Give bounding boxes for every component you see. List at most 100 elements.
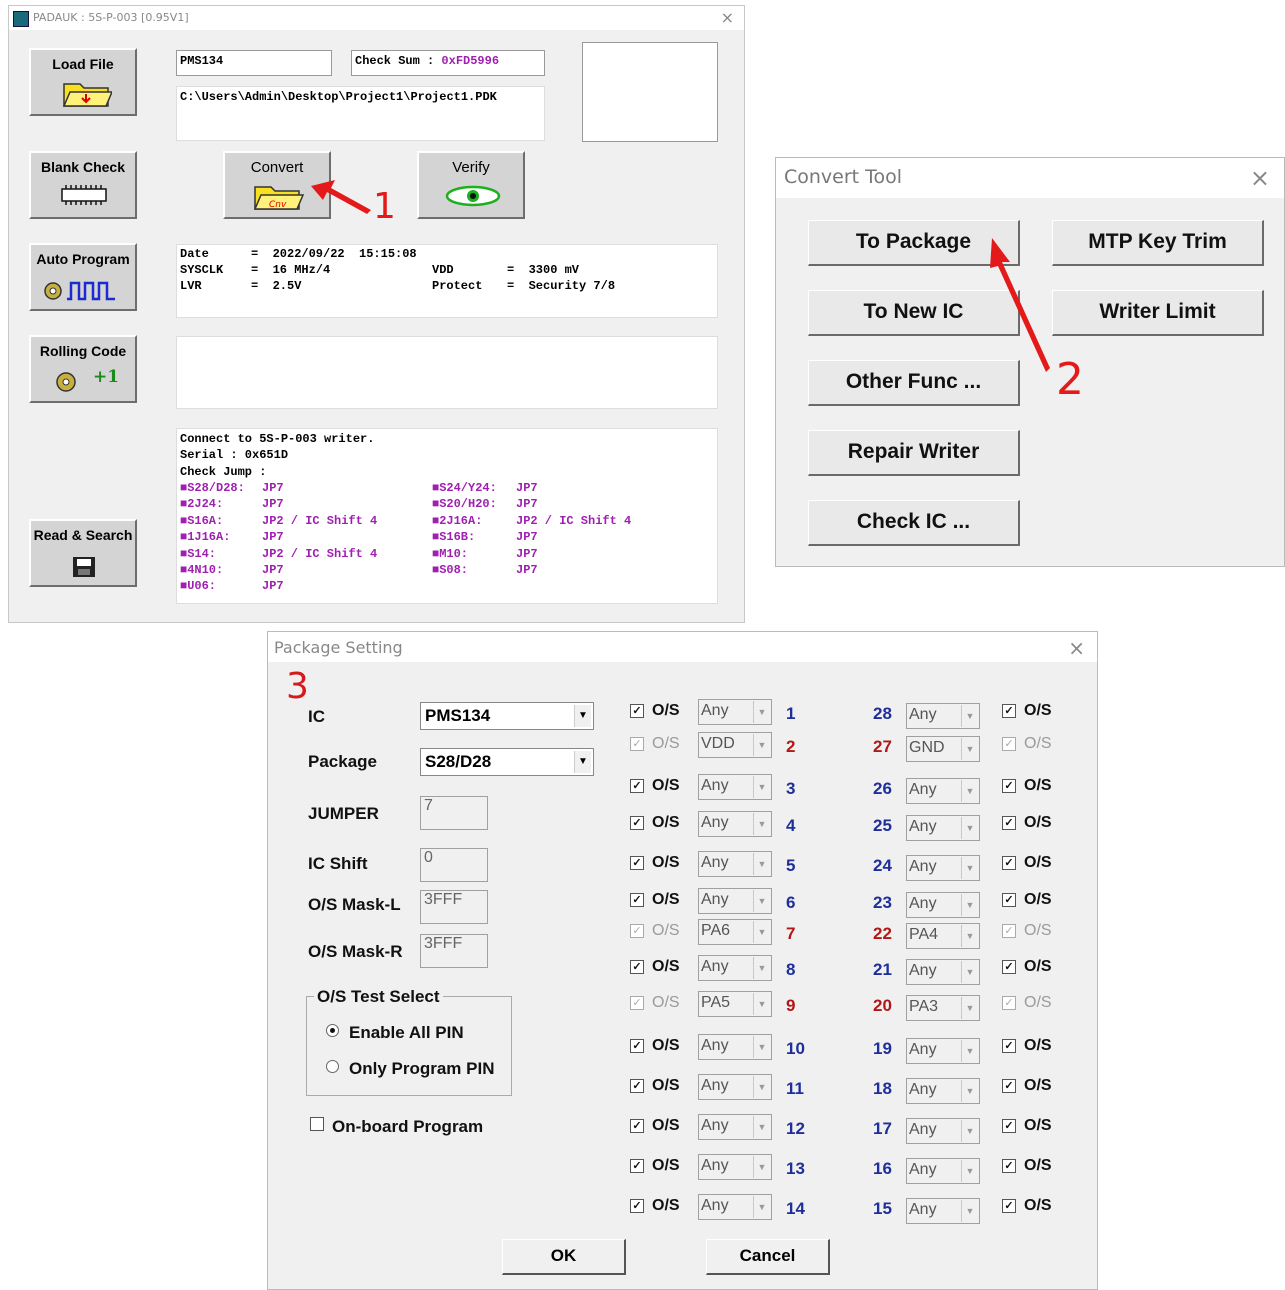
close-icon[interactable]: ×: [1250, 164, 1270, 192]
os-checkbox[interactable]: ✓ O/S: [630, 1197, 680, 1215]
pin-number: 22: [873, 924, 892, 943]
writer-titlebar: PADAUK : 5S-P-003 [0.95V1] ×: [9, 6, 744, 30]
pin-number: 20: [873, 996, 892, 1015]
os-checkbox[interactable]: ✓ O/S: [1002, 814, 1052, 832]
pin-function-select: PA4 ▼: [906, 923, 980, 949]
blank-check-button[interactable]: Blank Check: [29, 151, 137, 219]
os-checkbox[interactable]: ✓ O/S: [1002, 1077, 1052, 1095]
mtp-key-trim-button[interactable]: MTP Key Trim: [1052, 220, 1264, 266]
pin-function-value: Any: [909, 706, 937, 723]
pin-function-select[interactable]: Any ▼: [698, 851, 772, 877]
chevron-down-icon: ▼: [961, 1040, 978, 1062]
os-mask-r-label: O/S Mask-R: [308, 942, 403, 961]
pin-function-select[interactable]: Any ▼: [906, 1198, 980, 1224]
app-icon: [13, 11, 29, 27]
pin-number: 10: [786, 1039, 805, 1058]
load-file-label: Load File: [52, 56, 114, 72]
auto-program-button[interactable]: Auto Program: [29, 243, 137, 311]
chevron-down-icon: ▼: [961, 817, 978, 839]
os-checkbox[interactable]: ✓ O/S: [1002, 1037, 1052, 1055]
close-icon[interactable]: ×: [721, 8, 734, 27]
vdd-val: = 3300 mV: [507, 263, 580, 277]
radio-enable-all-label: Enable All PIN: [349, 1023, 464, 1042]
pin-function-select[interactable]: Any ▼: [698, 699, 772, 725]
os-checkbox[interactable]: ✓ O/S: [630, 777, 680, 795]
pin-function-select[interactable]: Any ▼: [906, 778, 980, 804]
pin-function-select[interactable]: Any ▼: [906, 1118, 980, 1144]
chevron-down-icon: ▼: [961, 1160, 978, 1182]
pin-function-select[interactable]: Any ▼: [698, 774, 772, 800]
convert-tool-window: Convert Tool × To Package MTP Key Trim T…: [775, 157, 1285, 567]
ok-button[interactable]: OK: [502, 1239, 626, 1275]
pin-function-select[interactable]: Any ▼: [698, 955, 772, 981]
package-select[interactable]: S28/D28 ▼: [420, 748, 594, 776]
pin-number: 3: [786, 779, 796, 798]
pin-function-select[interactable]: Any ▼: [906, 703, 980, 729]
pin-function-select[interactable]: Any ▼: [698, 1114, 772, 1140]
os-checkbox[interactable]: ✓ O/S: [1002, 1197, 1052, 1215]
pin-function-select[interactable]: Any ▼: [698, 1074, 772, 1100]
chevron-down-icon: ▼: [753, 890, 770, 912]
read-search-button[interactable]: Read & Search: [29, 519, 137, 587]
jump-value: JP7: [516, 481, 538, 495]
load-file-button[interactable]: Load File: [29, 48, 137, 116]
os-checkbox-label: O/S: [1024, 1197, 1052, 1214]
pin-function-select[interactable]: Any ▼: [698, 811, 772, 837]
checksum-value: 0xFD5996: [441, 54, 500, 68]
cancel-button[interactable]: Cancel: [706, 1239, 830, 1275]
pin-function-value: VDD: [701, 735, 735, 752]
chevron-down-icon: ▼: [753, 813, 770, 835]
os-checkbox[interactable]: ✓ O/S: [1002, 1157, 1052, 1175]
os-checkbox-label: O/S: [1024, 922, 1052, 939]
writer-limit-button[interactable]: Writer Limit: [1052, 290, 1264, 336]
os-checkbox[interactable]: ✓ O/S: [630, 1037, 680, 1055]
os-checkbox[interactable]: ✓ O/S: [630, 854, 680, 872]
log-line: Connect to 5S-P-003 writer.: [180, 432, 375, 446]
radio-enable-all[interactable]: Enable All PIN: [326, 1023, 464, 1043]
radio-only-program[interactable]: Only Program PIN: [326, 1059, 494, 1079]
os-checkbox[interactable]: ✓ O/S: [1002, 854, 1052, 872]
jump-package: ■M10:: [432, 546, 469, 561]
repair-writer-button[interactable]: Repair Writer: [808, 430, 1020, 476]
os-checkbox[interactable]: ✓ O/S: [1002, 891, 1052, 909]
chevron-down-icon: ▼: [753, 1076, 770, 1098]
chevron-down-icon: ▼: [961, 894, 978, 916]
pin-function-select[interactable]: Any ▼: [698, 888, 772, 914]
onboard-program-checkbox[interactable]: On-board Program: [310, 1117, 483, 1137]
chevron-down-icon: ▼: [753, 776, 770, 798]
os-checkbox[interactable]: ✓ O/S: [630, 1117, 680, 1135]
ic-select[interactable]: PMS134 ▼: [420, 702, 594, 730]
ic-name-field: PMS134: [176, 50, 332, 76]
step3-number: 3: [286, 666, 309, 707]
check-ic-button[interactable]: Check IC ...: [808, 500, 1020, 546]
pin-function-select[interactable]: Any ▼: [906, 959, 980, 985]
pin-function-select[interactable]: Any ▼: [906, 1038, 980, 1064]
pin-function-select[interactable]: Any ▼: [906, 855, 980, 881]
pin-function-select[interactable]: Any ▼: [906, 1078, 980, 1104]
os-checkbox[interactable]: ✓ O/S: [1002, 702, 1052, 720]
chevron-down-icon: ▼: [574, 705, 591, 727]
checkbox-checked-icon: ✓: [630, 893, 644, 907]
pin-function-select[interactable]: Any ▼: [906, 1158, 980, 1184]
os-checkbox[interactable]: ✓ O/S: [630, 1157, 680, 1175]
os-checkbox[interactable]: ✓ O/S: [630, 958, 680, 976]
close-icon[interactable]: ×: [1068, 636, 1085, 660]
os-checkbox-label: O/S: [1024, 1157, 1052, 1174]
os-checkbox[interactable]: ✓ O/S: [630, 814, 680, 832]
pin-function-select[interactable]: Any ▼: [698, 1034, 772, 1060]
os-checkbox[interactable]: ✓ O/S: [630, 1077, 680, 1095]
pin-function-select[interactable]: Any ▼: [906, 892, 980, 918]
rolling-code-button[interactable]: Rolling Code +1: [29, 335, 137, 403]
os-checkbox[interactable]: ✓ O/S: [1002, 777, 1052, 795]
os-checkbox[interactable]: ✓ O/S: [1002, 1117, 1052, 1135]
pin-function-select[interactable]: Any ▼: [698, 1194, 772, 1220]
os-checkbox[interactable]: ✓ O/S: [630, 891, 680, 909]
os-checkbox[interactable]: ✓ O/S: [630, 702, 680, 720]
pin-function-select[interactable]: Any ▼: [698, 1154, 772, 1180]
verify-button[interactable]: Verify: [417, 151, 525, 219]
pin-number: 7: [786, 924, 796, 943]
onboard-program-label: On-board Program: [332, 1117, 484, 1136]
os-checkbox[interactable]: ✓ O/S: [1002, 958, 1052, 976]
pin-function-value: Any: [909, 858, 937, 875]
pin-function-select[interactable]: Any ▼: [906, 815, 980, 841]
